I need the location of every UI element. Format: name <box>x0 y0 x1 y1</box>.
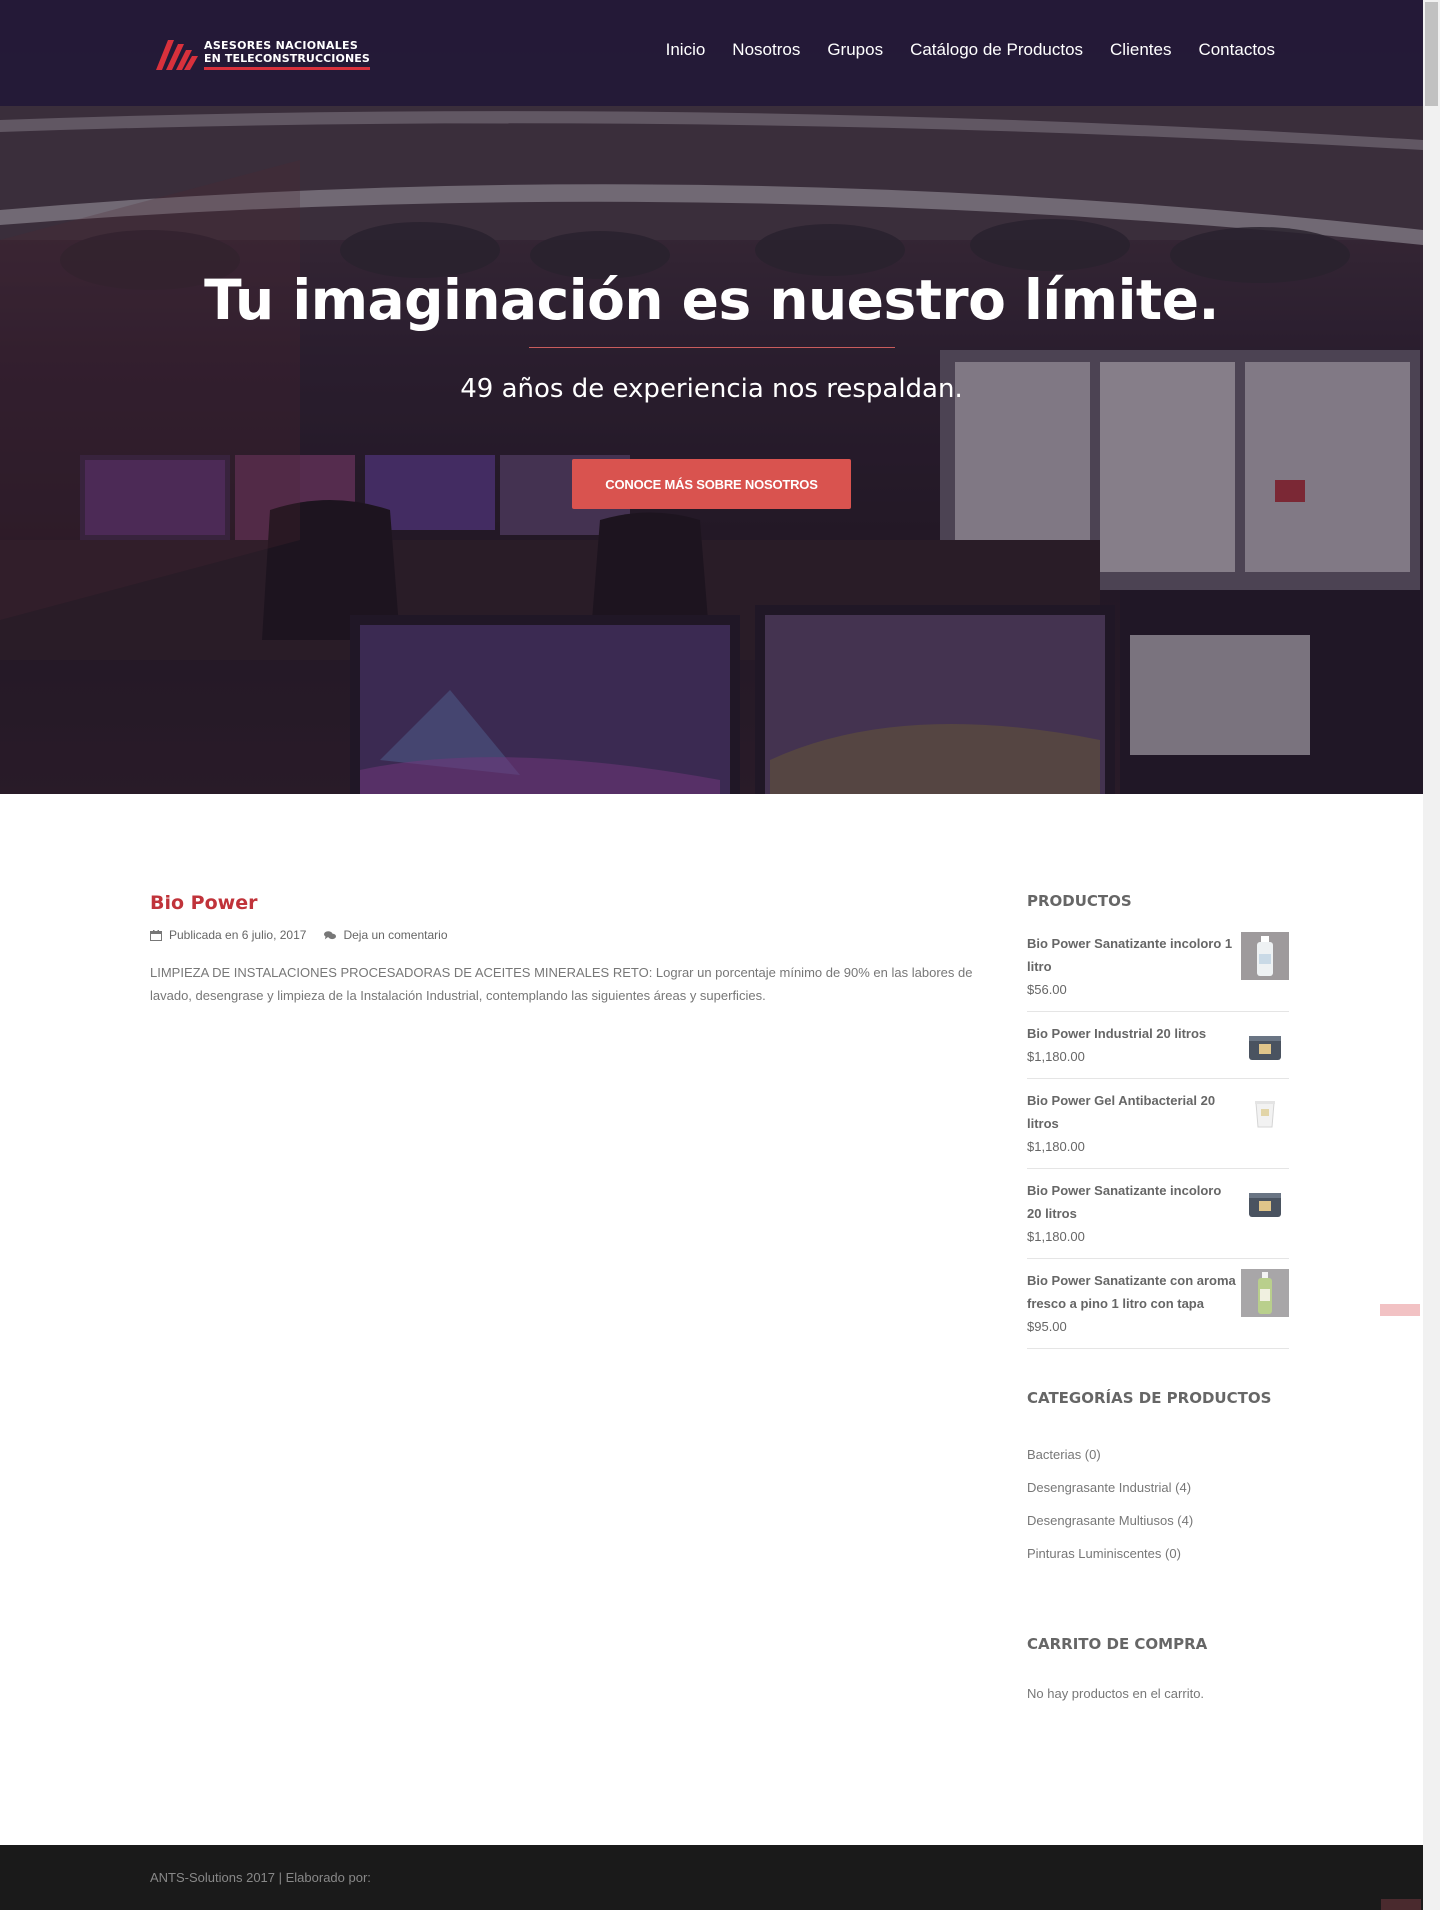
nav-item-contactos[interactable]: Contactos <box>1198 40 1275 60</box>
post-date[interactable]: Publicada en 6 julio, 2017 <box>169 928 306 942</box>
cart-widget: CARRITO DE COMPRA No hay productos en el… <box>1027 1635 1289 1701</box>
hero-banner: ASESORES NACIONALES EN TELECONSTRUCCIONE… <box>0 0 1423 794</box>
nav-item-inicio[interactable]: Inicio <box>666 40 706 60</box>
post-meta: Publicada en 6 julio, 2017 Deja un comen… <box>150 928 980 942</box>
container-icon[interactable] <box>1241 1179 1289 1227</box>
logo-wordmark: ASESORES NACIONALES EN TELECONSTRUCCIONE… <box>204 39 370 70</box>
hero-title: Tu imaginación es nuestro límite. <box>204 268 1219 332</box>
logo-line-1: ASESORES NACIONALES <box>204 38 359 52</box>
products-widget-title: PRODUCTOS <box>1027 892 1132 910</box>
nav-item-nosotros[interactable]: Nosotros <box>732 40 800 60</box>
footer-credits: ANTS-Solutions 2017 | Elaborado por: <box>150 1870 371 1885</box>
about-us-button[interactable]: CONOCE MÁS SOBRE NOSOTROS <box>572 459 851 509</box>
top-navbar: ASESORES NACIONALES EN TELECONSTRUCCIONE… <box>0 0 1423 106</box>
category-list: Bacterias (0) Desengrasante Industrial (… <box>1027 1438 1289 1570</box>
bottle-icon[interactable] <box>1241 932 1289 980</box>
bucket-icon[interactable] <box>1241 1089 1289 1137</box>
logo-line-2: EN TELECONSTRUCCIONES <box>204 51 370 65</box>
products-widget: PRODUCTOS Bio Power Sanatizante incoloro… <box>1027 892 1289 1359</box>
categories-widget-title: CATEGORÍAS DE PRODUCTOS <box>1027 1389 1272 1407</box>
hero-subtitle: 49 años de experiencia nos respaldan. <box>460 374 963 404</box>
cart-widget-title: CARRITO DE COMPRA <box>1027 1635 1208 1653</box>
category-link[interactable]: Pinturas Luminiscentes (0) <box>1027 1537 1289 1570</box>
comments-icon <box>324 930 337 939</box>
bottle-icon[interactable] <box>1241 1269 1289 1317</box>
nav-item-grupos[interactable]: Grupos <box>827 40 883 60</box>
floating-tab[interactable] <box>1380 1304 1420 1316</box>
site-footer: ANTS-Solutions 2017 | Elaborado por: <box>0 1845 1423 1910</box>
back-to-top-button[interactable] <box>1381 1899 1421 1910</box>
nav-item-clientes[interactable]: Clientes <box>1110 40 1171 60</box>
product-name[interactable]: Bio Power Sanatizante incoloro 1 litro <box>1027 932 1237 978</box>
hero-divider <box>529 347 895 348</box>
product-item[interactable]: Bio Power Sanatizante incoloro 20 litros… <box>1027 1179 1289 1259</box>
product-item[interactable]: Bio Power Sanatizante incoloro 1 litro $… <box>1027 932 1289 1012</box>
cart-empty-message: No hay productos en el carrito. <box>1027 1686 1205 1701</box>
logo-mark-icon <box>156 40 198 70</box>
product-item[interactable]: Bio Power Industrial 20 litros $1,180.00 <box>1027 1022 1289 1079</box>
category-link[interactable]: Desengrasante Multiusos (4) <box>1027 1504 1289 1537</box>
logo-underline <box>204 66 370 70</box>
product-price: $95.00 <box>1027 1319 1067 1334</box>
post-title[interactable]: Bio Power <box>150 892 980 914</box>
product-price: $56.00 <box>1027 982 1067 997</box>
nav-item-catalogo[interactable]: Catálogo de Productos <box>910 40 1083 60</box>
calendar-icon <box>150 929 162 941</box>
site-logo[interactable]: ASESORES NACIONALES EN TELECONSTRUCCIONE… <box>154 34 370 74</box>
product-name[interactable]: Bio Power Gel Antibacterial 20 litros <box>1027 1089 1237 1135</box>
product-item[interactable]: Bio Power Sanatizante con aroma fresco a… <box>1027 1269 1289 1349</box>
post-excerpt: LIMPIEZA DE INSTALACIONES PROCESADORAS D… <box>150 965 973 1003</box>
product-name[interactable]: Bio Power Sanatizante con aroma fresco a… <box>1027 1269 1237 1315</box>
page-scrollbar[interactable] <box>1423 0 1440 1910</box>
product-name[interactable]: Bio Power Industrial 20 litros <box>1027 1022 1237 1045</box>
leave-comment-link[interactable]: Deja un comentario <box>343 928 447 942</box>
product-price: $1,180.00 <box>1027 1229 1085 1244</box>
product-item[interactable]: Bio Power Gel Antibacterial 20 litros $1… <box>1027 1089 1289 1169</box>
scrollbar-thumb[interactable] <box>1425 2 1438 106</box>
container-icon[interactable] <box>1241 1022 1289 1070</box>
blog-post: Bio Power Publicada en 6 julio, 2017 Dej… <box>150 892 980 1007</box>
main-nav: Inicio Nosotros Grupos Catálogo de Produ… <box>666 40 1275 60</box>
categories-widget: CATEGORÍAS DE PRODUCTOS Bacterias (0) De… <box>1027 1389 1289 1570</box>
product-name[interactable]: Bio Power Sanatizante incoloro 20 litros <box>1027 1179 1237 1225</box>
category-link[interactable]: Bacterias (0) <box>1027 1438 1289 1471</box>
product-price: $1,180.00 <box>1027 1139 1085 1154</box>
product-list: Bio Power Sanatizante incoloro 1 litro $… <box>1027 932 1289 1349</box>
category-link[interactable]: Desengrasante Industrial (4) <box>1027 1471 1289 1504</box>
